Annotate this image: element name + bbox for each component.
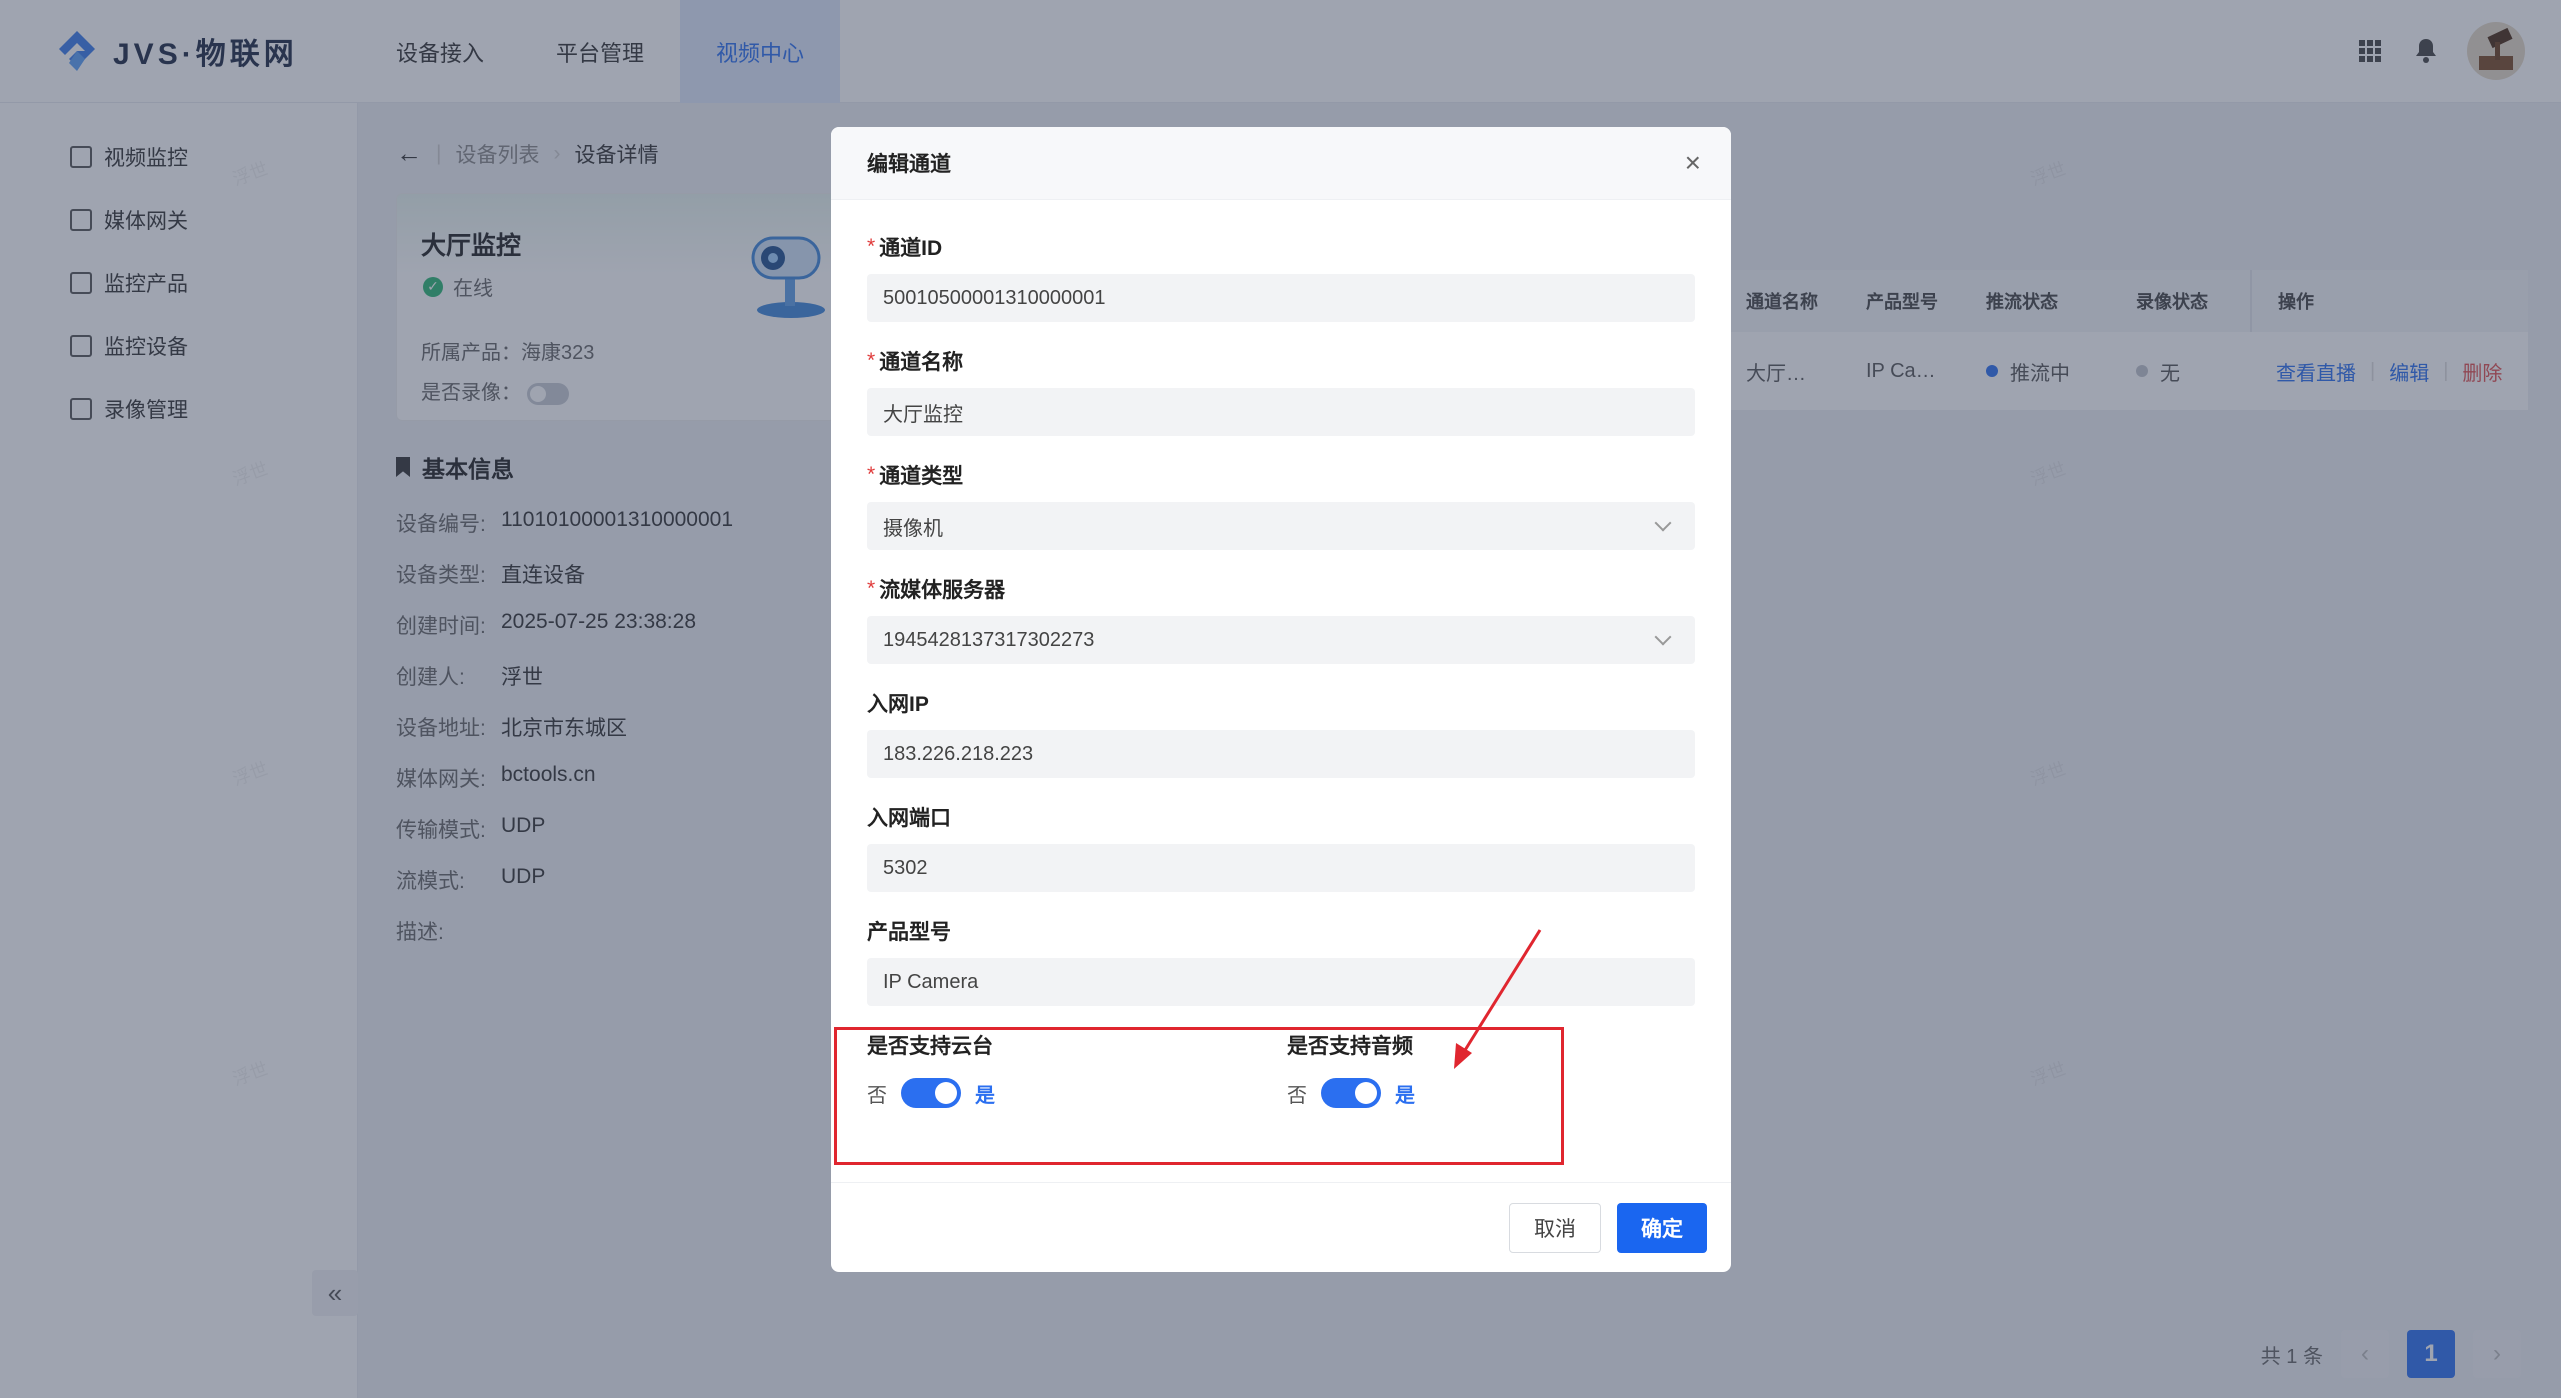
input-value: 50010500001310000001 — [883, 286, 1106, 309]
field-label-text: 通道类型 — [879, 465, 964, 488]
required-mark: * — [867, 349, 876, 372]
field-channel-id: * 通道ID 50010500001310000001 — [867, 232, 1695, 322]
field-label: * 流媒体服务器 — [867, 574, 1695, 604]
dialog-footer: 取消 确定 — [831, 1182, 1731, 1272]
dialog-title: 编辑通道 — [867, 153, 951, 176]
field-label-text: 通道名称 — [879, 351, 964, 374]
field-label: 产品型号 — [867, 921, 951, 944]
media-server-select[interactable]: 1945428137317302273 — [867, 616, 1695, 664]
dialog-header: 编辑通道 × — [831, 127, 1731, 200]
field-label: * 通道类型 — [867, 460, 1695, 490]
field-label: * 通道ID — [867, 232, 1695, 262]
required-mark: * — [867, 463, 876, 486]
chevron-down-icon — [1654, 628, 1672, 646]
field-label: * 通道名称 — [867, 346, 1695, 376]
select-value: 摄像机 — [883, 517, 943, 540]
required-mark: * — [867, 577, 876, 600]
field-label-text: 流媒体服务器 — [879, 579, 1006, 602]
field-net-port: 入网端口 5302 — [867, 802, 1695, 892]
close-icon[interactable]: × — [1685, 147, 1701, 179]
input-value: 183.226.218.223 — [883, 742, 1034, 765]
confirm-button[interactable]: 确定 — [1617, 1202, 1707, 1253]
net-port-input[interactable]: 5302 — [867, 844, 1695, 892]
field-net-ip: 入网IP 183.226.218.223 — [867, 688, 1695, 778]
required-mark: * — [867, 235, 876, 258]
net-ip-input[interactable]: 183.226.218.223 — [867, 730, 1695, 778]
field-product-model: 产品型号 IP Camera — [867, 916, 1695, 1006]
field-label: 入网端口 — [867, 807, 951, 830]
field-channel-type: * 通道类型 摄像机 — [867, 460, 1695, 550]
field-channel-name: * 通道名称 大厅监控 — [867, 346, 1695, 436]
input-value: 5302 — [883, 856, 928, 879]
input-value: 大厅监控 — [883, 403, 963, 426]
channel-name-input[interactable]: 大厅监控 — [867, 388, 1695, 436]
channel-type-select[interactable]: 摄像机 — [867, 502, 1695, 550]
cancel-button[interactable]: 取消 — [1509, 1202, 1601, 1253]
field-label: 入网IP — [867, 693, 929, 716]
field-media-server: * 流媒体服务器 1945428137317302273 — [867, 574, 1695, 664]
channel-id-input[interactable]: 50010500001310000001 — [867, 274, 1695, 322]
field-label-text: 通道ID — [879, 237, 943, 260]
select-value: 1945428137317302273 — [883, 628, 1095, 651]
input-value: IP Camera — [883, 970, 979, 993]
product-model-input[interactable]: IP Camera — [867, 958, 1695, 1006]
chevron-down-icon — [1654, 514, 1672, 532]
annotation-arrow-icon — [1454, 929, 1542, 1069]
